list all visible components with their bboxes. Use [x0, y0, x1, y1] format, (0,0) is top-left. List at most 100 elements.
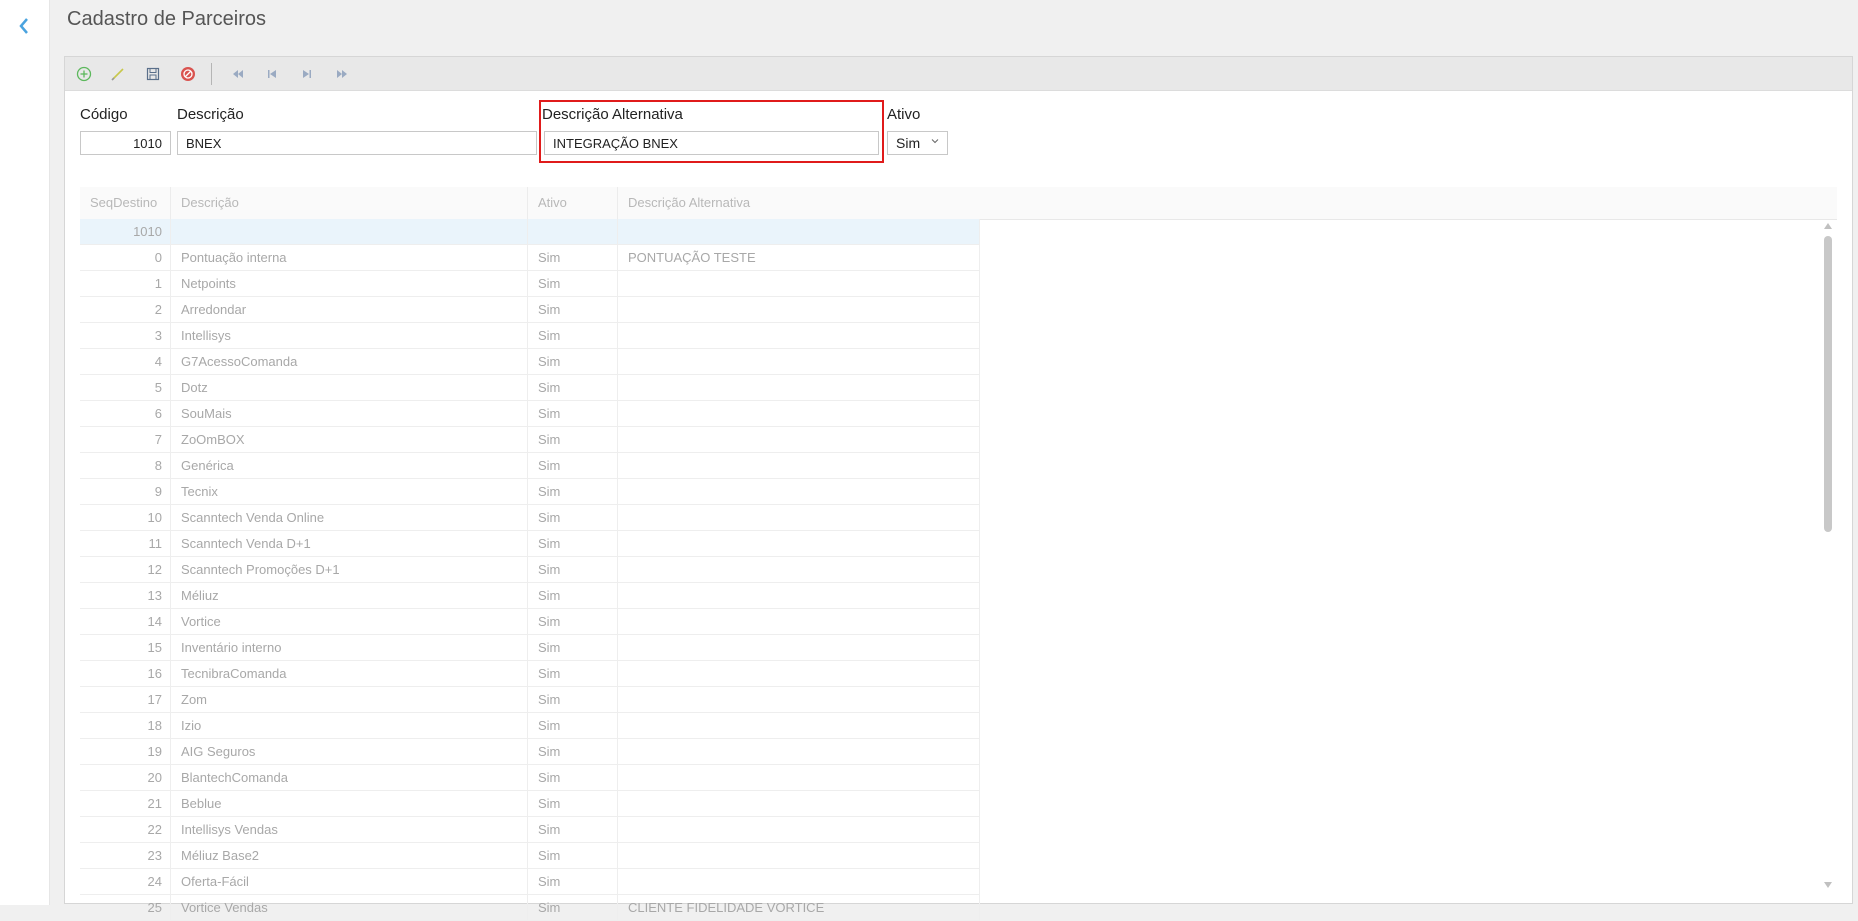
- ativo-select[interactable]: Sim: [887, 131, 948, 155]
- table-row[interactable]: 16 TecnibraComanda Sim: [80, 661, 980, 687]
- cell-ativo: Sim: [528, 401, 618, 426]
- column-header-seqdestino[interactable]: SeqDestino: [80, 187, 171, 219]
- cell-ativo: Sim: [528, 323, 618, 348]
- cell-seqdestino: 1: [80, 271, 171, 296]
- cell-ativo: Sim: [528, 375, 618, 400]
- cell-descricao: Intellisys: [171, 323, 528, 348]
- cell-ativo: Sim: [528, 661, 618, 686]
- cell-ativo: Sim: [528, 739, 618, 764]
- cell-ativo: Sim: [528, 687, 618, 712]
- edit-icon: [111, 68, 124, 81]
- table-row[interactable]: 11 Scanntech Venda D+1 Sim: [80, 531, 980, 557]
- scroll-up-icon[interactable]: [1824, 223, 1832, 229]
- save-button[interactable]: [143, 64, 163, 84]
- table-row[interactable]: 21 Beblue Sim: [80, 791, 980, 817]
- cell-descricao: Vortice: [171, 609, 528, 634]
- first-record-button[interactable]: [228, 64, 248, 84]
- descricao-field[interactable]: [177, 131, 537, 155]
- table-row[interactable]: 24 Oferta-Fácil Sim: [80, 869, 980, 895]
- chevron-left-icon[interactable]: [17, 16, 31, 36]
- table-row[interactable]: 5 Dotz Sim: [80, 375, 980, 401]
- cell-descricao: Méliuz Base2: [171, 843, 528, 868]
- cell-descricao: Genérica: [171, 453, 528, 478]
- codigo-label: Código: [80, 106, 128, 123]
- cell-descricao-alternativa: [618, 505, 980, 530]
- add-button[interactable]: [74, 64, 94, 84]
- cancel-button[interactable]: [178, 64, 198, 84]
- column-header-descricao[interactable]: Descrição: [171, 187, 528, 219]
- cell-ativo: Sim: [528, 843, 618, 868]
- previous-record-button[interactable]: [262, 64, 282, 84]
- cell-ativo: Sim: [528, 557, 618, 582]
- table-row[interactable]: 22 Intellisys Vendas Sim: [80, 817, 980, 843]
- edit-button[interactable]: [108, 64, 128, 84]
- table-row[interactable]: 1010: [80, 219, 980, 245]
- scroll-down-icon[interactable]: [1824, 882, 1832, 888]
- cell-seqdestino: 21: [80, 791, 171, 816]
- cell-seqdestino: 19: [80, 739, 171, 764]
- descricao-alternativa-field[interactable]: [544, 131, 879, 155]
- cell-descricao: SouMais: [171, 401, 528, 426]
- cell-seqdestino: 18: [80, 713, 171, 738]
- cell-descricao-alternativa: [618, 557, 980, 582]
- table-row[interactable]: 15 Inventário interno Sim: [80, 635, 980, 661]
- descricao-alternativa-label: Descrição Alternativa: [542, 106, 683, 123]
- table-row[interactable]: 3 Intellisys Sim: [80, 323, 980, 349]
- cell-seqdestino: 8: [80, 453, 171, 478]
- table-row[interactable]: 19 AIG Seguros Sim: [80, 739, 980, 765]
- table-row[interactable]: 17 Zom Sim: [80, 687, 980, 713]
- table-row[interactable]: 18 Izio Sim: [80, 713, 980, 739]
- cell-descricao: Scanntech Venda D+1: [171, 531, 528, 556]
- table-row[interactable]: 23 Méliuz Base2 Sim: [80, 843, 980, 869]
- table-row[interactable]: 8 Genérica Sim: [80, 453, 980, 479]
- column-header-descricao-alternativa[interactable]: Descrição Alternativa: [618, 187, 980, 219]
- last-record-button[interactable]: [332, 64, 352, 84]
- table-row[interactable]: 1 Netpoints Sim: [80, 271, 980, 297]
- table-row[interactable]: 0 Pontuação interna Sim PONTUAÇÃO TESTE: [80, 245, 980, 271]
- ativo-label: Ativo: [887, 106, 921, 123]
- cell-seqdestino: 1010: [80, 219, 171, 244]
- table-row[interactable]: 2 Arredondar Sim: [80, 297, 980, 323]
- cell-ativo: Sim: [528, 505, 618, 530]
- cell-descricao: ZoOmBOX: [171, 427, 528, 452]
- table-row[interactable]: 12 Scanntech Promoções D+1 Sim: [80, 557, 980, 583]
- cell-descricao: Méliuz: [171, 583, 528, 608]
- codigo-field[interactable]: [80, 131, 171, 155]
- cell-ativo: Sim: [528, 765, 618, 790]
- cell-descricao: Arredondar: [171, 297, 528, 322]
- cell-ativo: Sim: [528, 635, 618, 660]
- cell-descricao: AIG Seguros: [171, 739, 528, 764]
- cell-descricao: Scanntech Promoções D+1: [171, 557, 528, 582]
- next-icon: [303, 70, 311, 78]
- cell-descricao: Inventário interno: [171, 635, 528, 660]
- cell-seqdestino: 5: [80, 375, 171, 400]
- cell-ativo: Sim: [528, 271, 618, 296]
- table-row[interactable]: 6 SouMais Sim: [80, 401, 980, 427]
- table-row[interactable]: 7 ZoOmBOX Sim: [80, 427, 980, 453]
- scrollbar-thumb[interactable]: [1824, 236, 1832, 532]
- next-record-button[interactable]: [297, 64, 317, 84]
- cell-seqdestino: 13: [80, 583, 171, 608]
- cell-descricao-alternativa: [618, 869, 980, 894]
- cell-ativo: Sim: [528, 895, 618, 920]
- last-icon: [337, 70, 347, 78]
- save-icon: [146, 67, 160, 81]
- cell-descricao-alternativa: [618, 687, 980, 712]
- table-row[interactable]: 4 G7AcessoComanda Sim: [80, 349, 980, 375]
- chevron-down-icon: [931, 139, 939, 144]
- table-row[interactable]: 14 Vortice Sim: [80, 609, 980, 635]
- cell-descricao-alternativa: [618, 713, 980, 738]
- add-icon: [76, 66, 92, 82]
- table-row[interactable]: 25 Vortice Vendas Sim CLIENTE FIDELIDADE VO…: [80, 895, 980, 921]
- table-row[interactable]: 20 BlantechComanda Sim: [80, 765, 980, 791]
- cell-descricao-alternativa: [618, 297, 980, 322]
- cell-descricao-alternativa: [618, 401, 980, 426]
- table-row[interactable]: 10 Scanntech Venda Online Sim: [80, 505, 980, 531]
- cell-ativo: Sim: [528, 609, 618, 634]
- table-row[interactable]: 9 Tecnix Sim: [80, 479, 980, 505]
- cell-ativo: Sim: [528, 869, 618, 894]
- column-header-ativo[interactable]: Ativo: [528, 187, 618, 219]
- table-row[interactable]: 13 Méliuz Sim: [80, 583, 980, 609]
- cell-ativo: [528, 219, 618, 244]
- cell-seqdestino: 22: [80, 817, 171, 842]
